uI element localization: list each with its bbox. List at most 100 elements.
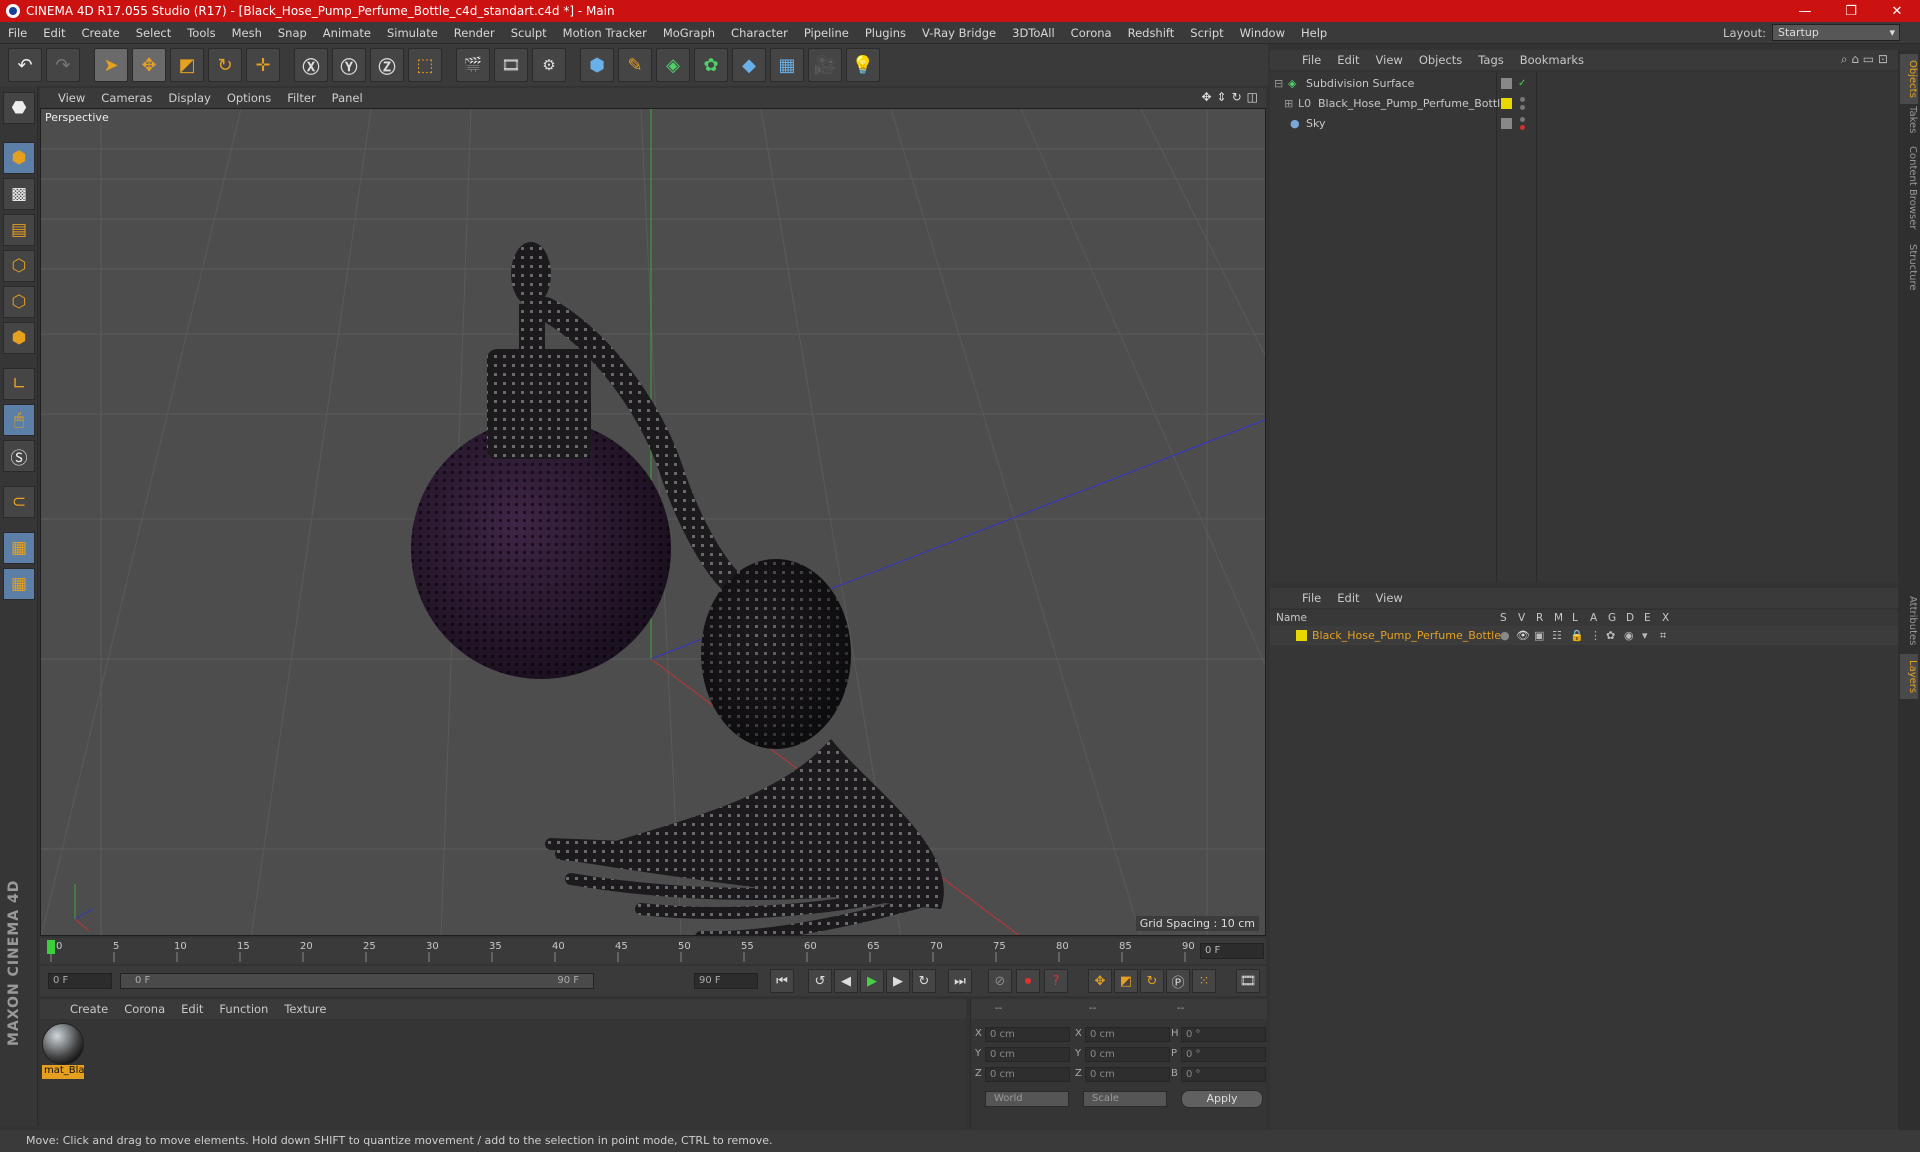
om-menu-objects[interactable]: Objects: [1411, 53, 1470, 67]
undo-icon[interactable]: ↶: [8, 48, 42, 82]
make-editable-icon[interactable]: ⬣: [3, 92, 35, 124]
points-mode-icon[interactable]: ⬡: [3, 250, 35, 282]
timeline-window-icon[interactable]: 🎞: [1236, 969, 1260, 993]
object-row-perfume-bottle[interactable]: ⊞ L0 Black_Hose_Pump_Perfume_Bottle: [1270, 94, 1898, 113]
material-menu-edit[interactable]: Edit: [173, 1002, 211, 1016]
render-view-icon[interactable]: 🎬: [456, 48, 490, 82]
timeline-ruler[interactable]: 0 5 10 15 20 25 30 35 40 45 50 55 60 65 …: [40, 938, 1266, 964]
menu-script[interactable]: Script: [1182, 26, 1231, 40]
menu-window[interactable]: Window: [1232, 26, 1293, 40]
coord-pos-z-field[interactable]: 0 cm: [985, 1067, 1070, 1082]
lock-workplane-icon[interactable]: ▦: [3, 532, 35, 564]
frame-range-slider[interactable]: 0 F 90 F: [120, 973, 594, 989]
prev-frame-icon[interactable]: ◀: [834, 969, 858, 993]
editor-dot-icon[interactable]: [1520, 117, 1525, 122]
tab-attributes[interactable]: Attributes: [1900, 590, 1918, 651]
floor-icon[interactable]: ▦: [770, 48, 804, 82]
scale-tool-icon[interactable]: ◩: [170, 48, 204, 82]
goto-next-key-icon[interactable]: ↻: [912, 969, 936, 993]
coordinate-system-icon[interactable]: ⬚: [408, 48, 442, 82]
render-to-picture-viewer-icon[interactable]: 🎞: [494, 48, 528, 82]
key-parameter-icon[interactable]: Ⓟ: [1166, 969, 1190, 993]
material-menu-create[interactable]: Create: [62, 1002, 116, 1016]
layout-dropdown[interactable]: Startup: [1772, 24, 1900, 41]
autokey-icon[interactable]: ⏺: [1016, 969, 1040, 993]
menu-render[interactable]: Render: [446, 26, 503, 40]
layer-lock-icon[interactable]: 🔒: [1570, 626, 1584, 645]
lm-menu-view[interactable]: View: [1368, 591, 1411, 605]
menu-help[interactable]: Help: [1293, 26, 1335, 40]
edges-mode-icon[interactable]: ⬡: [3, 286, 35, 318]
coord-size-z-field[interactable]: 0 cm: [1085, 1067, 1170, 1082]
om-menu-tags[interactable]: Tags: [1470, 53, 1511, 67]
tab-content-browser[interactable]: Content Browser: [1900, 140, 1918, 235]
coord-rot-b-field[interactable]: 0 °: [1181, 1067, 1266, 1082]
layer-color-chip[interactable]: [1296, 630, 1307, 641]
menu-character[interactable]: Character: [723, 26, 796, 40]
layer-xref-icon[interactable]: ⌗: [1660, 626, 1666, 645]
move-tool-icon[interactable]: ✥: [132, 48, 166, 82]
viewport-menu-filter[interactable]: Filter: [279, 91, 323, 105]
layer-generator-icon[interactable]: ✿: [1606, 626, 1615, 645]
key-position-icon[interactable]: ✥: [1088, 969, 1112, 993]
key-pla-icon[interactable]: ⁙: [1192, 969, 1216, 993]
layer-render-icon[interactable]: ▣: [1534, 626, 1544, 645]
redo-icon[interactable]: ↷: [46, 48, 80, 82]
om-menu-bookmarks[interactable]: Bookmarks: [1512, 53, 1592, 67]
menu-select[interactable]: Select: [128, 26, 179, 40]
cube-primitive-icon[interactable]: ⬢: [580, 48, 614, 82]
material-menu-function[interactable]: Function: [211, 1002, 276, 1016]
start-frame-field[interactable]: 0 F: [48, 973, 112, 989]
menu-motion-tracker[interactable]: Motion Tracker: [555, 26, 655, 40]
workplane-mode-icon[interactable]: ▤: [3, 214, 35, 246]
apply-button[interactable]: Apply: [1181, 1090, 1263, 1108]
layer-row[interactable]: Black_Hose_Pump_Perfume_Bottle ● 👁 ▣ ☷ 🔒…: [1270, 626, 1898, 645]
camera-icon[interactable]: 🎥: [808, 48, 842, 82]
material-menu-corona[interactable]: Corona: [116, 1002, 173, 1016]
object-row-subdivision-surface[interactable]: ⊟ ◈ Subdivision Surface ✓: [1270, 74, 1898, 93]
menu-mograph[interactable]: MoGraph: [655, 26, 723, 40]
menu-file[interactable]: File: [0, 26, 35, 40]
spline-pen-icon[interactable]: ✎: [618, 48, 652, 82]
next-frame-icon[interactable]: ▶: [886, 969, 910, 993]
om-search-icon[interactable]: ⌕ ⌂ ▭ ⊡: [1841, 52, 1888, 67]
record-keys-icon[interactable]: ⊘: [988, 969, 1012, 993]
menu-redshift[interactable]: Redshift: [1120, 26, 1183, 40]
magnet-icon[interactable]: ⊂: [3, 486, 35, 518]
object-row-sky[interactable]: ● Sky: [1270, 114, 1898, 133]
x-axis-lock-icon[interactable]: Ⓧ: [294, 48, 328, 82]
coord-space-dropdown[interactable]: World: [985, 1091, 1069, 1107]
dolly-view-icon[interactable]: ⇕: [1217, 90, 1227, 104]
playhead[interactable]: [47, 940, 55, 954]
perspective-viewport[interactable]: Perspective Grid Spacing : 10 cm: [40, 108, 1266, 936]
keyframe-selection-icon[interactable]: ?: [1044, 969, 1068, 993]
recent-tool-icon[interactable]: ✛: [246, 48, 280, 82]
end-frame-field[interactable]: 90 F: [694, 973, 758, 989]
coord-pos-y-field[interactable]: 0 cm: [985, 1047, 1070, 1062]
tab-structure[interactable]: Structure: [1900, 238, 1918, 297]
menu-edit[interactable]: Edit: [35, 26, 73, 40]
cloner-icon[interactable]: ✿: [694, 48, 728, 82]
coord-rot-h-field[interactable]: 0 °: [1181, 1027, 1266, 1042]
subdivision-surface-icon[interactable]: ◈: [656, 48, 690, 82]
menu-snap[interactable]: Snap: [270, 26, 315, 40]
menu-sculpt[interactable]: Sculpt: [503, 26, 555, 40]
light-icon[interactable]: 💡: [846, 48, 880, 82]
menu-simulate[interactable]: Simulate: [379, 26, 446, 40]
toggle-view-icon[interactable]: ◫: [1247, 90, 1258, 104]
deformer-icon[interactable]: ◆: [732, 48, 766, 82]
z-axis-lock-icon[interactable]: Ⓩ: [370, 48, 404, 82]
goto-start-icon[interactable]: ⏮: [770, 969, 794, 993]
expand-toggle-icon[interactable]: ⊞: [1284, 94, 1293, 113]
layer-animation-icon[interactable]: ⋮: [1590, 626, 1601, 645]
viewport-menu-cameras[interactable]: Cameras: [93, 91, 160, 105]
current-frame-field[interactable]: 0 F: [1200, 943, 1264, 959]
close-button[interactable]: ✕: [1874, 0, 1920, 22]
viewport-menu-view[interactable]: View: [50, 91, 93, 105]
lm-menu-edit[interactable]: Edit: [1329, 591, 1367, 605]
planar-workplane-icon[interactable]: ▦: [3, 568, 35, 600]
layer-color-chip[interactable]: [1501, 98, 1512, 109]
coord-rot-p-field[interactable]: 0 °: [1181, 1047, 1266, 1062]
menu-3dtoall[interactable]: 3DToAll: [1004, 26, 1063, 40]
goto-end-icon[interactable]: ⏭: [948, 969, 972, 993]
